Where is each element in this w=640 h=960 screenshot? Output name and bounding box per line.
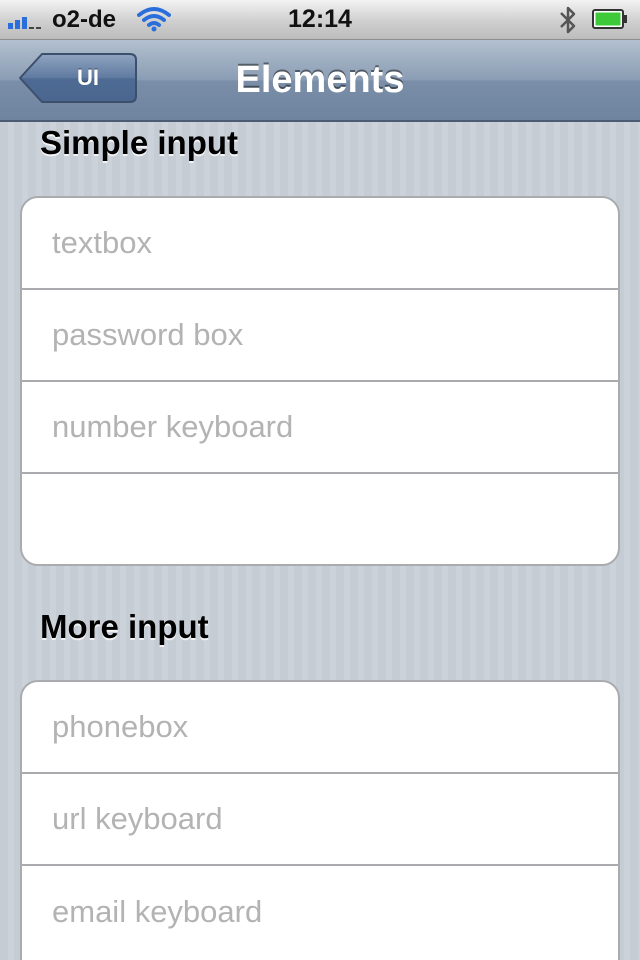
textbox-input[interactable] xyxy=(22,198,618,288)
bluetooth-icon xyxy=(560,6,576,34)
back-button[interactable]: UI xyxy=(18,52,138,104)
number-keyboard-input[interactable] xyxy=(22,382,618,472)
more-input-group xyxy=(20,680,620,960)
url-cell xyxy=(22,774,618,866)
simple-input-group xyxy=(20,196,620,566)
battery-icon xyxy=(592,9,627,29)
url-keyboard-input[interactable] xyxy=(22,774,618,864)
back-button-label: UI xyxy=(77,65,99,90)
email-keyboard-input[interactable] xyxy=(22,866,618,958)
password-input[interactable] xyxy=(22,290,618,380)
phonebox-input[interactable] xyxy=(22,682,618,772)
number-cell xyxy=(22,382,618,474)
status-bar: o2-de 12:14 xyxy=(0,0,640,40)
navigation-bar: Elements UI xyxy=(0,40,640,122)
textbox-cell xyxy=(22,198,618,290)
empty-input[interactable] xyxy=(22,474,618,564)
email-cell xyxy=(22,866,618,958)
password-cell xyxy=(22,290,618,382)
phone-cell xyxy=(22,682,618,774)
section-header-simple-input: Simple input xyxy=(40,124,238,161)
status-time: 12:14 xyxy=(288,5,352,33)
empty-cell xyxy=(22,474,618,564)
section-header-more-input: More input xyxy=(40,608,209,645)
